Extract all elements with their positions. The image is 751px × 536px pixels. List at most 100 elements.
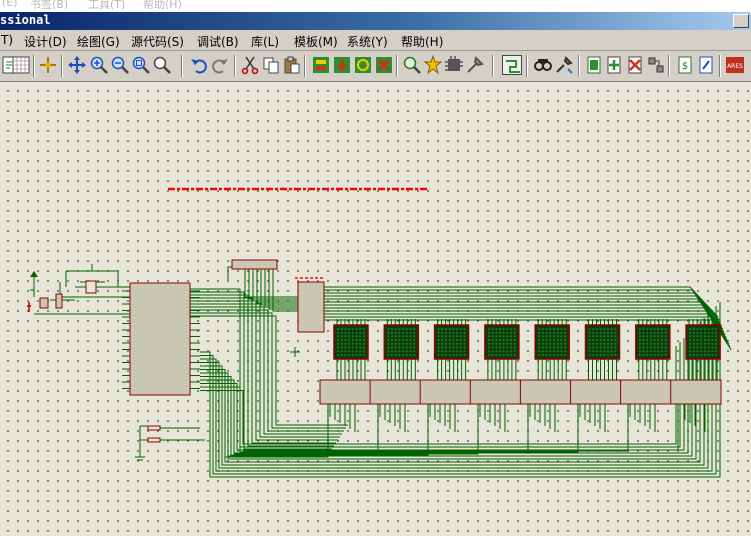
led-dot	[606, 346, 610, 349]
led-dot	[595, 346, 599, 349]
led-dot	[444, 350, 448, 353]
cut-icon[interactable]	[240, 55, 260, 75]
pick-device-icon[interactable]	[402, 55, 422, 75]
menu-item-library[interactable]: 库(L)	[251, 33, 279, 50]
led-dot	[657, 353, 660, 356]
led-dot	[495, 353, 498, 356]
grid-icon[interactable]	[11, 55, 31, 75]
schematic-canvas[interactable]	[0, 82, 751, 536]
property-tool-icon[interactable]	[554, 55, 574, 75]
led-dot	[398, 353, 401, 356]
led-dot	[664, 350, 667, 353]
led-dot	[390, 350, 394, 353]
zoom-in-icon[interactable]	[89, 55, 109, 75]
led-dot	[351, 339, 354, 342]
led-dot	[502, 342, 505, 345]
origin-icon[interactable]	[38, 55, 58, 75]
menu-item-debug[interactable]: 调试(B)	[197, 33, 239, 50]
toolbar-separator	[719, 55, 721, 77]
wire	[290, 347, 300, 357]
led-dot	[510, 350, 513, 353]
led-dot	[560, 339, 563, 342]
zoom-out-icon[interactable]	[110, 55, 130, 75]
paste-icon[interactable]	[282, 55, 302, 75]
led-dot	[459, 342, 462, 345]
menu-item-graph[interactable]: 绘图(G)	[77, 33, 120, 50]
pan-icon[interactable]	[67, 55, 87, 75]
led-dot	[545, 346, 548, 349]
led-dot	[603, 335, 606, 338]
led-dot	[409, 350, 412, 353]
led-dot	[510, 331, 513, 334]
led-dot	[700, 339, 703, 342]
crystal-oscillator	[85, 280, 97, 294]
new-sheet-icon-2[interactable]	[584, 55, 604, 75]
led-dot	[549, 331, 552, 334]
led-dot	[459, 331, 462, 334]
led-dot	[599, 350, 602, 353]
menu-item-design[interactable]: 设计(D)	[24, 33, 67, 50]
menu-item-template-partial[interactable]: T)	[1, 33, 13, 47]
led-dot	[549, 342, 552, 345]
zoom-area-icon[interactable]	[152, 55, 172, 75]
led-dot	[564, 327, 567, 331]
search-icon[interactable]	[533, 55, 553, 75]
block-delete-icon[interactable]	[374, 55, 394, 75]
led-dot	[491, 327, 494, 331]
svg-text:ARES: ARES	[727, 63, 743, 70]
led-dot	[610, 346, 613, 349]
led-dot	[441, 335, 444, 338]
goto-child-icon[interactable]	[646, 55, 666, 75]
led-dot	[398, 335, 401, 338]
led-dot	[463, 335, 466, 338]
make-device-icon[interactable]	[423, 55, 443, 75]
window-control-button[interactable]	[733, 14, 749, 28]
led-dot	[646, 353, 649, 356]
netlist-icon[interactable]: $	[675, 55, 695, 75]
led-dot	[588, 327, 591, 331]
led-dot	[660, 350, 664, 353]
led-dot	[592, 331, 595, 334]
led-dot	[351, 331, 354, 334]
menu-item-system[interactable]: 系统(Y)	[347, 33, 388, 50]
led-dot	[560, 335, 563, 338]
led-dot	[556, 342, 559, 345]
led-dot	[405, 346, 408, 349]
led-dot	[541, 346, 545, 349]
led-dot	[409, 335, 412, 338]
led-dot	[696, 350, 699, 353]
led-dot	[606, 342, 610, 345]
remove-sheet-icon[interactable]	[625, 55, 645, 75]
menu-item-template[interactable]: 模板(M)	[294, 33, 338, 50]
led-matrix	[635, 324, 671, 360]
decompose-icon[interactable]	[444, 55, 464, 75]
led-dot	[491, 353, 494, 356]
led-dot	[506, 331, 509, 334]
wire-autorouter-icon[interactable]	[502, 55, 522, 75]
led-dot	[692, 353, 695, 356]
redo-icon[interactable]	[210, 55, 230, 75]
led-dot	[413, 346, 416, 349]
undo-icon[interactable]	[189, 55, 209, 75]
block-copy-icon[interactable]	[311, 55, 331, 75]
copy-icon[interactable]	[261, 55, 281, 75]
led-dot	[491, 350, 494, 353]
zoom-all-icon[interactable]	[131, 55, 151, 75]
led-dot	[664, 327, 667, 331]
add-sheet-icon[interactable]	[604, 55, 624, 75]
led-dot	[660, 342, 664, 345]
block-rotate-icon[interactable]	[353, 55, 373, 75]
led-dot	[513, 327, 516, 331]
led-dot	[459, 346, 462, 349]
ares-icon[interactable]: ARES	[725, 55, 745, 75]
menu-item-source[interactable]: 源代码(S)	[131, 33, 184, 50]
led-dot	[696, 342, 699, 345]
led-dot	[700, 346, 703, 349]
led-dot	[402, 331, 405, 334]
led-dot	[692, 327, 695, 331]
bill-of-materials-icon[interactable]	[696, 55, 716, 75]
led-dot	[560, 353, 563, 356]
block-move-icon[interactable]	[332, 55, 352, 75]
packaging-icon[interactable]	[465, 55, 485, 75]
menu-item-help[interactable]: 帮助(H)	[401, 33, 443, 50]
